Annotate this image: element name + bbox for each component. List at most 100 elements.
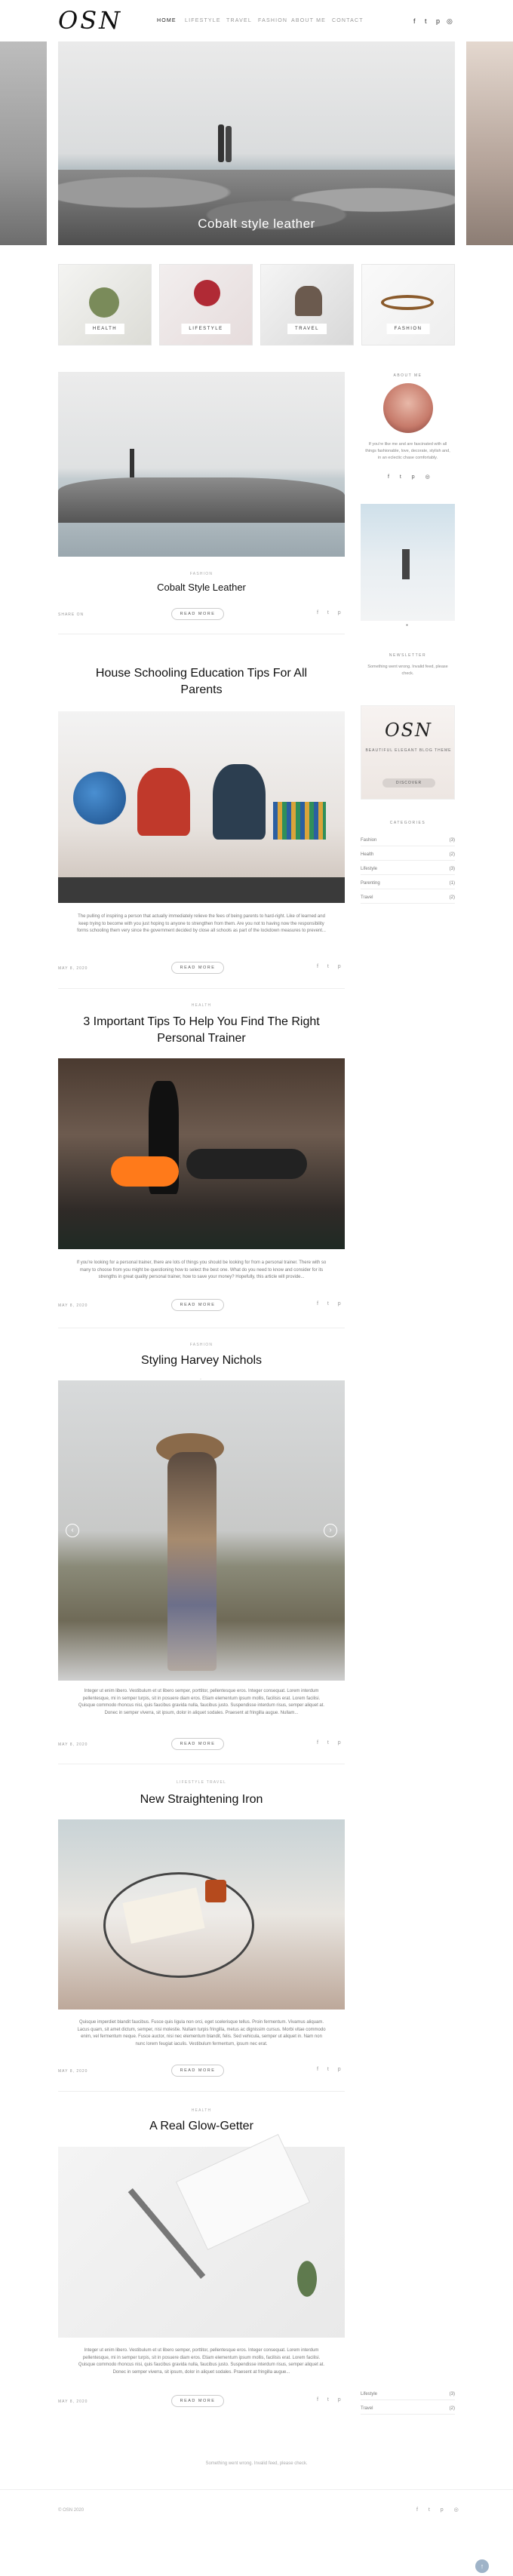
facebook-icon[interactable]: f <box>413 17 416 25</box>
sidebar-category-lifestyle[interactable]: Lifestyle (3) <box>361 864 455 875</box>
sidebar-category-parenting[interactable]: Parenting (1) <box>361 879 455 889</box>
promo-banner[interactable]: OSN BEAUTIFUL ELEGANT BLOG THEME DISCOVE… <box>361 705 455 800</box>
category-name[interactable]: Parenting <box>361 881 380 886</box>
child-figure <box>137 768 190 836</box>
hero-slide[interactable]: Cobalt style leather <box>58 41 455 245</box>
hero-couple-figure-2 <box>226 126 232 162</box>
category-name[interactable]: Travel <box>361 2406 373 2411</box>
newsletter-heading: NEWSLETTER <box>389 653 427 658</box>
nav-about-me[interactable]: ABOUT ME <box>291 18 326 23</box>
hero-rocks-image <box>58 170 455 245</box>
post-image[interactable] <box>58 2133 345 2338</box>
site-logo[interactable]: OSN <box>58 6 122 35</box>
post-category[interactable]: HEALTH <box>58 1003 345 1008</box>
slider-next-arrow-icon[interactable]: › <box>324 1524 337 1537</box>
sidebar-category-fashion[interactable]: Fashion (3) <box>361 836 455 846</box>
post-category[interactable]: FASHION <box>58 1343 345 1347</box>
slider-prev-arrow-icon[interactable]: ‹ <box>66 1524 79 1537</box>
sidebar-link-lifestyle[interactable]: Lifestyle (3) <box>361 2390 455 2400</box>
post-title[interactable]: New Straightening Iron <box>58 1792 345 1808</box>
post-image[interactable] <box>58 1819 345 2010</box>
back-to-top-icon[interactable]: ↑ <box>475 2559 489 2573</box>
instagram-icon[interactable]: ◎ <box>447 17 453 26</box>
read-more-button[interactable]: READ MORE <box>171 1738 224 1750</box>
category-name[interactable]: Lifestyle <box>361 2392 377 2396</box>
pinterest-icon[interactable]: p <box>436 17 440 25</box>
category-count: (3) <box>449 867 455 871</box>
promo-button[interactable]: DISCOVER <box>382 778 435 788</box>
post-title-line[interactable]: House Schooling Education Tips For All <box>96 667 307 680</box>
slider-next-image[interactable] <box>466 41 513 245</box>
nav-contact[interactable]: CONTACT <box>332 18 364 23</box>
featured-share-icons[interactable]: f t p <box>317 610 345 616</box>
post-title[interactable]: 3 Important Tips To Help You Find The Ri… <box>58 1014 345 1047</box>
hero-title[interactable]: Cobalt style leather <box>58 216 455 232</box>
post-image[interactable]: ‹ › <box>58 1380 345 1681</box>
twitter-icon[interactable]: t <box>425 17 427 25</box>
cat-image <box>295 286 322 316</box>
nav-lifestyle[interactable]: LIFESTYLE <box>185 18 221 23</box>
slider-dot[interactable]: ● <box>406 623 408 628</box>
gift-box-image <box>175 2133 311 2251</box>
category-count: (3) <box>449 2392 455 2396</box>
featured-title[interactable]: Cobalt Style Leather <box>58 579 345 596</box>
slider-prev-image[interactable] <box>0 41 47 245</box>
couple-figure <box>130 449 134 477</box>
post-category[interactable]: HEALTH <box>58 2108 345 2113</box>
about-social-icons[interactable]: f t p ◎ <box>388 474 435 480</box>
share-icons[interactable]: f t p <box>317 1301 345 1306</box>
featured-post-image[interactable] <box>58 372 345 557</box>
post-image[interactable] <box>58 1058 345 1249</box>
post-excerpt: If you're looking for a personal trainer… <box>76 1260 327 1279</box>
nav-home[interactable]: HOME <box>157 18 177 23</box>
featured-share-label: SHARE ON <box>58 613 84 617</box>
featured-category[interactable]: FASHION <box>58 572 345 576</box>
avatar[interactable] <box>383 383 433 433</box>
category-tile-health[interactable]: HEALTH <box>58 264 152 345</box>
footer-social-icons[interactable]: f t p ◎ <box>416 2507 463 2513</box>
read-more-button[interactable]: READ MORE <box>171 2065 224 2077</box>
nav-travel[interactable]: TRAVEL <box>226 18 252 23</box>
category-tile-lifestyle[interactable]: LIFESTYLE <box>159 264 253 345</box>
share-icons[interactable]: f t p <box>317 1740 345 1745</box>
category-name[interactable]: Lifestyle <box>361 867 377 871</box>
read-more-button[interactable]: READ MORE <box>171 1299 224 1311</box>
sidebar-image[interactable] <box>361 504 455 621</box>
category-tile-fashion[interactable]: FASHION <box>361 264 455 345</box>
hero-couple-figure <box>218 124 224 162</box>
featured-read-more-button[interactable]: READ MORE <box>171 608 224 620</box>
category-count: (1) <box>449 881 455 886</box>
post-title[interactable]: House Schooling Education Tips For All P… <box>58 665 345 698</box>
divider <box>58 2091 345 2092</box>
pushup-figure <box>186 1149 307 1179</box>
category-tile-travel[interactable]: TRAVEL <box>260 264 354 345</box>
post-image[interactable] <box>58 711 345 903</box>
post-date: MAY 8, 2020 <box>58 1303 88 1308</box>
sidebar-link-travel[interactable]: Travel (2) <box>361 2404 455 2415</box>
share-icons[interactable]: f t p <box>317 964 345 969</box>
share-icons[interactable]: f t p <box>317 2067 345 2072</box>
promo-text: BEAUTIFUL ELEGANT BLOG THEME <box>365 748 452 753</box>
post-excerpt: Quisque imperdiet blandit faucibus. Fusc… <box>77 2020 326 2046</box>
post-title-line[interactable]: Parents <box>180 683 222 696</box>
post-title-line[interactable]: 3 Important Tips To Help You Find The Ri… <box>83 1015 319 1028</box>
promo-logo: OSN <box>384 720 433 741</box>
sidebar-category-health[interactable]: Health (2) <box>361 850 455 861</box>
read-more-button[interactable]: READ MORE <box>171 2395 224 2407</box>
category-name[interactable]: Fashion <box>361 838 376 843</box>
share-icons[interactable]: f t p <box>317 2397 345 2403</box>
category-name[interactable]: Health <box>361 852 373 857</box>
post-title[interactable]: A Real Glow-Getter <box>58 2118 345 2135</box>
post-category[interactable]: LIFESTYLE TRAVEL <box>58 1780 345 1785</box>
post-title-line[interactable]: Personal Trainer <box>157 1032 245 1045</box>
category-tile-label: FASHION <box>386 324 430 334</box>
footer-copyright: © OSN 2020 <box>58 2508 84 2513</box>
post-excerpt: The pulling of inspiring a person that a… <box>77 914 326 933</box>
category-name[interactable]: Travel <box>361 895 373 900</box>
orange-leggings <box>111 1156 179 1187</box>
nav-fashion[interactable]: FASHION <box>258 18 287 23</box>
about-text: If you're like me and are fascinated wit… <box>365 442 450 460</box>
post-title[interactable]: Styling Harvey Nichols <box>58 1352 345 1369</box>
sidebar-category-travel[interactable]: Travel (2) <box>361 893 455 904</box>
read-more-button[interactable]: READ MORE <box>171 962 224 974</box>
